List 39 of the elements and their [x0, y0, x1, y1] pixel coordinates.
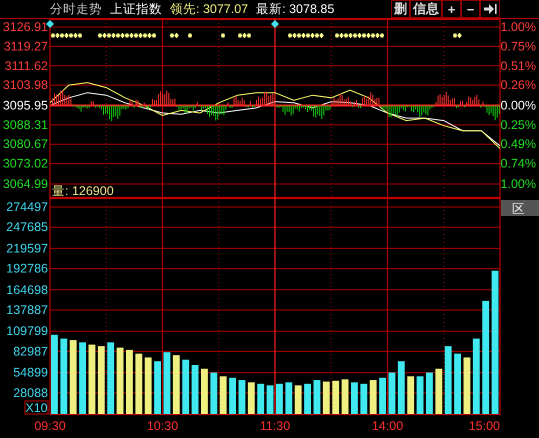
percent-axis-label: 0.74% — [500, 156, 536, 171]
price-axis-label: 3119.27 — [4, 39, 48, 54]
price-axis-label: 3126.91 — [2, 20, 48, 34]
percent-axis-label: 1.00% — [500, 20, 536, 34]
volume-axis-label: 109799 — [6, 324, 48, 338]
time-axis-label: 09:30 — [34, 419, 66, 433]
percent-axis-label: 0.75% — [500, 39, 536, 54]
time-axis-label: 10:30 — [146, 419, 178, 433]
percent-axis-label: 0.51% — [500, 58, 536, 73]
volume-axis-label: 274497 — [6, 200, 48, 214]
volume-axis-label: 28088 — [13, 386, 48, 400]
time-axis-label: 11:30 — [260, 419, 290, 433]
scale-badge: X10 — [24, 400, 48, 415]
index-name: 上证指数 — [110, 0, 162, 18]
percent-axis-label: 0.00% — [500, 98, 536, 112]
price-axis-label: 3064.99 — [2, 177, 48, 191]
lead-value: 领先: 3077.07 — [170, 0, 248, 18]
volume-axis-label: 54899 — [13, 366, 48, 380]
volume-axis-label: 247685 — [6, 220, 48, 234]
price-axis-label: 3111.62 — [4, 58, 48, 73]
volume-axis-label: 82987 — [13, 344, 48, 358]
price-axis-label: 3088.31 — [2, 118, 48, 132]
volume-axis-label: 137887 — [6, 303, 48, 318]
percent-axis-label: 0.49% — [500, 137, 536, 152]
latest-value: 最新: 3078.85 — [256, 0, 334, 18]
price-axis-label: 3080.67 — [2, 137, 48, 152]
price-axis-label: 3103.98 — [2, 78, 48, 92]
volume-caption: 量: 126900 — [52, 184, 114, 198]
percent-axis-label: 0.26% — [500, 78, 536, 92]
volume-axis-label: 219597 — [6, 241, 48, 256]
panel-title: 分时走势 — [50, 0, 102, 18]
price-axis-label: 3073.02 — [2, 156, 48, 171]
time-axis-label: 14:00 — [372, 419, 404, 433]
percent-axis-label: 1.00% — [500, 177, 536, 191]
price-axis-label: 3095.95 — [2, 98, 48, 112]
volume-axis-label: 192786 — [6, 262, 48, 276]
volume-axis-label: 164698 — [6, 282, 48, 297]
percent-axis-label: 0.25% — [500, 118, 536, 132]
time-axis-label: 15:00 — [468, 419, 500, 433]
